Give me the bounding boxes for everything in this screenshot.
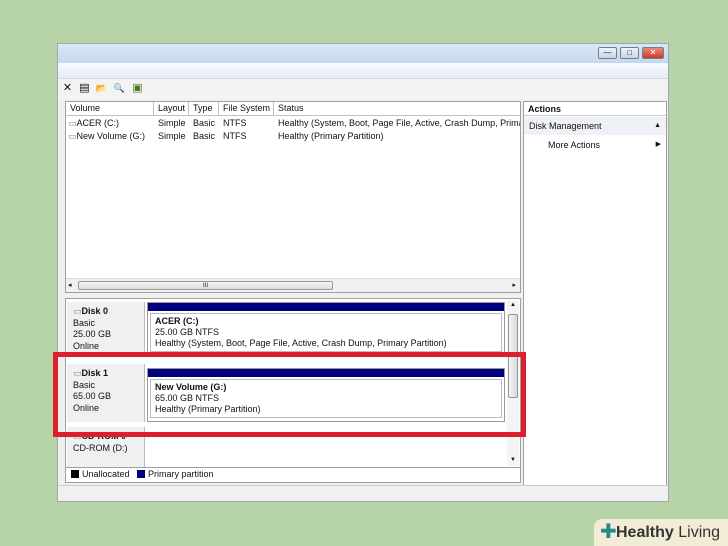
fs-cell: NTFS <box>223 131 247 141</box>
horizontal-scrollbar[interactable]: ◂ III ▸ <box>66 278 520 292</box>
minimize-button[interactable]: — <box>598 47 617 59</box>
actions-header: Actions <box>524 102 666 116</box>
item-label: More Actions <box>548 140 601 150</box>
disk-type: Basic <box>73 317 96 328</box>
scroll-thumb[interactable]: III <box>78 281 333 290</box>
scroll-left-arrow[interactable]: ◂ <box>68 281 72 289</box>
status-cell: Healthy (System, Boot, Page File, Active… <box>278 118 520 128</box>
actions-pane: Actions Disk Management ▲ More Actions ▶ <box>523 101 667 501</box>
type-cell: Basic <box>193 131 216 141</box>
legend: Unallocated Primary partition <box>65 468 521 483</box>
status-cell: Healthy (Primary Partition) <box>278 131 384 141</box>
volume-name: New Volume (G:) <box>76 131 146 141</box>
drive-icon: ▭ <box>68 118 77 128</box>
partition-acer-c[interactable]: ACER (C:) 25.00 GB NTFS Healthy (System,… <box>147 302 505 354</box>
disk-size: 25.00 GB <box>73 329 112 339</box>
more-actions-item[interactable]: More Actions ▶ <box>524 136 666 154</box>
disk-state: Online <box>73 340 100 351</box>
volume-list: Volume Layout Type File System Status ▭A… <box>65 101 521 293</box>
scroll-right-arrow[interactable]: ▸ <box>512 281 516 289</box>
status-bar <box>58 485 668 501</box>
toolbar: ✕ ▤ 📂 🔍 ▣ <box>58 79 668 99</box>
title-bar: — □ ✕ <box>58 44 668 63</box>
legend-label: Primary partition <box>148 469 214 479</box>
column-header-type[interactable]: Type <box>189 102 219 116</box>
partition-name: ACER (C:) <box>155 316 199 326</box>
close-button[interactable]: ✕ <box>642 47 664 59</box>
layout-cell: Simple <box>158 131 186 141</box>
plus-leaf-icon: ✚ <box>600 521 617 543</box>
column-header-layout[interactable]: Layout <box>154 102 189 116</box>
search-icon[interactable]: 🔍 <box>113 82 126 95</box>
scroll-down-arrow[interactable]: ▼ <box>510 457 516 463</box>
submenu-arrow-icon: ▶ <box>655 141 661 148</box>
close-icon[interactable]: ✕ <box>61 82 74 95</box>
highlight-box <box>53 352 526 437</box>
unallocated-swatch <box>71 470 79 478</box>
partition-status: Healthy (System, Boot, Page File, Active… <box>155 338 447 348</box>
properties-icon[interactable]: ▤ <box>78 82 91 95</box>
menu-bar <box>58 63 668 79</box>
help-icon[interactable]: ▣ <box>131 82 144 95</box>
disk-name: Disk 0 <box>81 306 109 316</box>
column-header-file-system[interactable]: File System <box>219 102 274 116</box>
open-folder-icon[interactable]: 📂 <box>95 82 108 95</box>
section-label: Disk Management <box>529 121 602 131</box>
legend-label: Unallocated <box>82 469 130 479</box>
maximize-button[interactable]: □ <box>620 47 639 59</box>
disk-icon: ▭ <box>73 306 82 316</box>
volume-name: ACER (C:) <box>76 118 120 128</box>
drive-icon: ▭ <box>68 131 77 141</box>
column-header-volume[interactable]: Volume <box>66 102 154 116</box>
collapse-icon[interactable]: ▲ <box>654 117 661 135</box>
fs-cell: NTFS <box>223 118 247 128</box>
partition-size: 25.00 GB NTFS <box>155 327 220 337</box>
column-header-status[interactable]: Status <box>274 102 520 116</box>
disk-0-label[interactable]: ▭Disk 0 Basic 25.00 GB Online <box>67 302 145 355</box>
disk-type: CD-ROM (D:) <box>73 442 128 453</box>
layout-cell: Simple <box>158 118 186 128</box>
primary-partition-swatch <box>137 470 146 478</box>
type-cell: Basic <box>193 118 216 128</box>
watermark-logo: ✚ Healthy Living <box>594 519 728 546</box>
primary-partition-bar <box>148 303 504 311</box>
actions-section-disk-management[interactable]: Disk Management ▲ <box>524 117 666 135</box>
scroll-up-arrow[interactable]: ▲ <box>510 302 516 308</box>
